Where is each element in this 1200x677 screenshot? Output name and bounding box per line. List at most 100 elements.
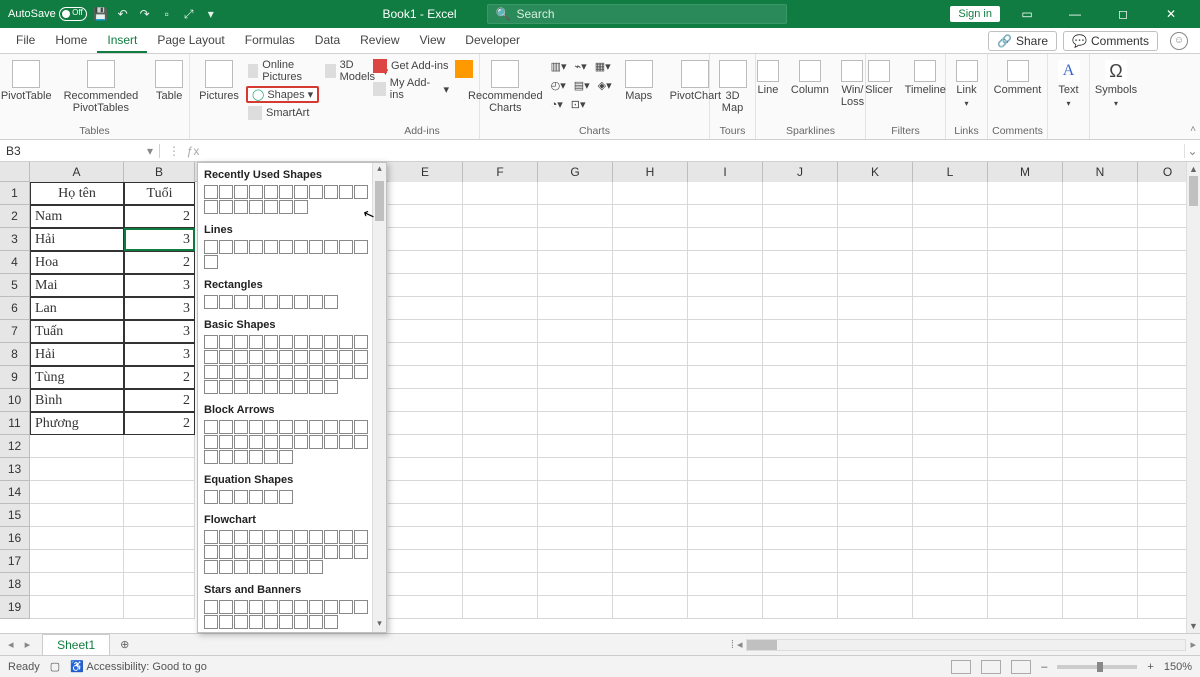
shape-icon[interactable] (204, 335, 218, 349)
cell[interactable] (538, 596, 613, 619)
shape-icon[interactable] (264, 350, 278, 364)
cell[interactable] (538, 320, 613, 343)
horizontal-scrollbar[interactable]: ⁞ ◂▸ (139, 638, 1200, 651)
tab-developer[interactable]: Developer (455, 29, 530, 53)
cell[interactable] (388, 481, 463, 504)
cell[interactable] (688, 596, 763, 619)
cell[interactable] (988, 435, 1063, 458)
cell[interactable] (1063, 596, 1138, 619)
shape-icon[interactable] (294, 335, 308, 349)
cell[interactable] (538, 343, 613, 366)
cell[interactable] (613, 205, 688, 228)
my-addins-button[interactable]: My Add-ins ▾ (371, 76, 451, 102)
row-header[interactable]: 9 (0, 366, 30, 389)
shape-icon[interactable] (264, 600, 278, 614)
cell[interactable] (763, 366, 838, 389)
cell[interactable]: 2 (124, 366, 195, 389)
shape-icon[interactable] (219, 295, 233, 309)
cell[interactable] (763, 205, 838, 228)
shape-icon[interactable] (219, 490, 233, 504)
cell[interactable] (538, 504, 613, 527)
shape-icon[interactable] (234, 530, 248, 544)
shape-icon[interactable] (294, 545, 308, 559)
shape-icon[interactable] (204, 545, 218, 559)
cell[interactable] (1063, 504, 1138, 527)
shape-icon[interactable] (249, 560, 263, 574)
cell[interactable] (988, 320, 1063, 343)
shape-icon[interactable] (339, 420, 353, 434)
tab-formulas[interactable]: Formulas (235, 29, 305, 53)
cell[interactable] (613, 274, 688, 297)
cell[interactable] (30, 527, 124, 550)
cell[interactable] (30, 596, 124, 619)
cell[interactable] (1063, 435, 1138, 458)
shape-icon[interactable] (219, 365, 233, 379)
cell[interactable]: Tùng (30, 366, 124, 389)
shape-icon[interactable] (354, 185, 368, 199)
cell[interactable]: 2 (124, 251, 195, 274)
cell[interactable] (688, 435, 763, 458)
cell[interactable] (124, 573, 195, 596)
cell[interactable] (388, 550, 463, 573)
cell[interactable] (913, 458, 988, 481)
qat-icon[interactable]: ⤢ (181, 6, 197, 22)
shape-icon[interactable] (279, 560, 293, 574)
comments-button[interactable]: 💬 Comments (1063, 31, 1158, 51)
cell[interactable]: 3 (124, 297, 195, 320)
shape-icon[interactable] (324, 185, 338, 199)
shape-icon[interactable] (234, 450, 248, 464)
comment-button[interactable]: Comment (990, 58, 1046, 98)
cell[interactable] (1063, 182, 1138, 205)
cell[interactable] (1063, 343, 1138, 366)
cell[interactable] (838, 343, 913, 366)
shape-icon[interactable] (249, 600, 263, 614)
row-header[interactable]: 18 (0, 573, 30, 596)
cell[interactable] (988, 205, 1063, 228)
cell[interactable]: 2 (124, 412, 195, 435)
shape-icon[interactable] (339, 240, 353, 254)
share-button[interactable]: 🔗 Share (988, 31, 1057, 51)
link-button[interactable]: Link▾ (950, 58, 984, 112)
page-layout-view-icon[interactable] (981, 660, 1001, 674)
qat-icon[interactable]: ▫ (159, 6, 175, 22)
autosave-toggle[interactable]: AutoSave Off (8, 7, 87, 21)
cell[interactable] (124, 481, 195, 504)
tab-page-layout[interactable]: Page Layout (147, 29, 234, 53)
shape-icon[interactable] (279, 240, 293, 254)
shape-icon[interactable] (204, 435, 218, 449)
shape-icon[interactable] (249, 295, 263, 309)
shape-icon[interactable] (234, 380, 248, 394)
cell[interactable] (763, 251, 838, 274)
cell[interactable] (988, 389, 1063, 412)
cell[interactable] (463, 274, 538, 297)
shape-icon[interactable] (204, 530, 218, 544)
shape-icon[interactable] (294, 600, 308, 614)
shape-icon[interactable] (249, 615, 263, 629)
cell[interactable] (538, 297, 613, 320)
shape-icon[interactable] (204, 240, 218, 254)
cell[interactable] (988, 182, 1063, 205)
cell[interactable] (763, 343, 838, 366)
cell[interactable] (388, 596, 463, 619)
cell[interactable] (613, 228, 688, 251)
cell[interactable] (463, 343, 538, 366)
shape-icon[interactable] (264, 200, 278, 214)
cell[interactable] (763, 297, 838, 320)
cell[interactable]: 2 (124, 205, 195, 228)
cell[interactable] (913, 573, 988, 596)
shape-icon[interactable] (324, 365, 338, 379)
cell[interactable] (1063, 550, 1138, 573)
cell[interactable] (763, 527, 838, 550)
shape-icon[interactable] (294, 530, 308, 544)
shape-icon[interactable] (309, 560, 323, 574)
cell[interactable] (838, 297, 913, 320)
cell[interactable] (988, 274, 1063, 297)
shape-icon[interactable] (339, 600, 353, 614)
shape-icon[interactable] (249, 545, 263, 559)
shape-icon[interactable] (264, 530, 278, 544)
cell[interactable] (913, 435, 988, 458)
tab-home[interactable]: Home (45, 29, 97, 53)
cell[interactable] (913, 550, 988, 573)
shape-icon[interactable] (219, 200, 233, 214)
tab-data[interactable]: Data (305, 29, 350, 53)
